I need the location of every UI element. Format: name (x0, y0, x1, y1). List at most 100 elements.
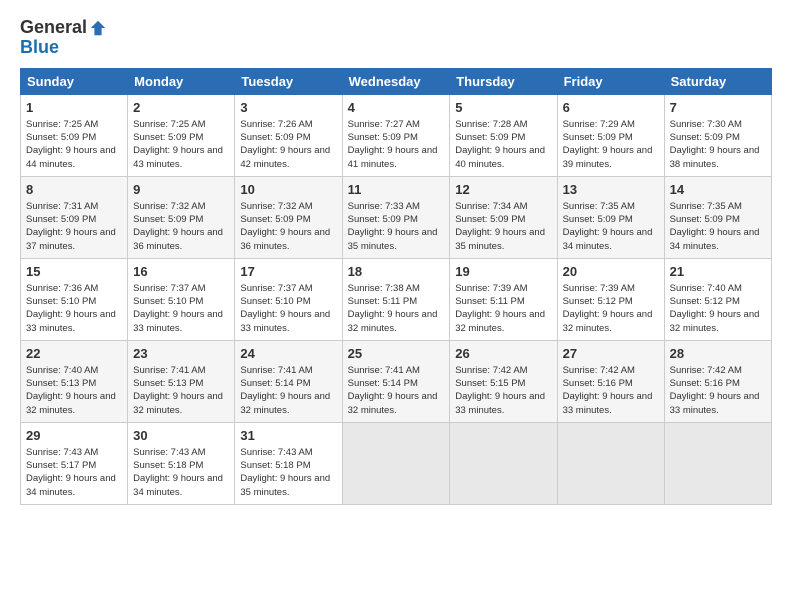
calendar-cell: 14Sunrise: 7:35 AMSunset: 5:09 PMDayligh… (664, 176, 771, 258)
day-number: 12 (455, 181, 551, 199)
sunrise-label: Sunrise: 7:27 AM (348, 119, 420, 130)
sunrise-label: Sunrise: 7:37 AM (133, 283, 205, 294)
calendar-cell: 13Sunrise: 7:35 AMSunset: 5:09 PMDayligh… (557, 176, 664, 258)
sunset-label: Sunset: 5:12 PM (563, 296, 633, 307)
calendar-cell: 17Sunrise: 7:37 AMSunset: 5:10 PMDayligh… (235, 258, 342, 340)
day-number: 11 (348, 181, 445, 199)
sunrise-label: Sunrise: 7:38 AM (348, 283, 420, 294)
calendar-cell: 25Sunrise: 7:41 AMSunset: 5:14 PMDayligh… (342, 340, 450, 422)
calendar-cell (557, 422, 664, 504)
calendar-week-5: 29Sunrise: 7:43 AMSunset: 5:17 PMDayligh… (21, 422, 772, 504)
daylight-label: Daylight: 9 hours and 34 minutes. (670, 227, 760, 251)
daylight-label: Daylight: 9 hours and 34 minutes. (133, 473, 223, 497)
calendar-cell: 23Sunrise: 7:41 AMSunset: 5:13 PMDayligh… (128, 340, 235, 422)
sunset-label: Sunset: 5:09 PM (455, 214, 525, 225)
sunrise-label: Sunrise: 7:33 AM (348, 201, 420, 212)
sunset-label: Sunset: 5:14 PM (240, 378, 310, 389)
sunrise-label: Sunrise: 7:40 AM (26, 365, 98, 376)
sunrise-label: Sunrise: 7:36 AM (26, 283, 98, 294)
daylight-label: Daylight: 9 hours and 35 minutes. (455, 227, 545, 251)
day-number: 16 (133, 263, 229, 281)
sunset-label: Sunset: 5:18 PM (240, 460, 310, 471)
calendar-header-row: SundayMondayTuesdayWednesdayThursdayFrid… (21, 68, 772, 94)
logo-blue: Blue (20, 38, 59, 58)
day-number: 3 (240, 99, 336, 117)
calendar-cell: 6Sunrise: 7:29 AMSunset: 5:09 PMDaylight… (557, 94, 664, 176)
sunrise-label: Sunrise: 7:41 AM (348, 365, 420, 376)
sunset-label: Sunset: 5:18 PM (133, 460, 203, 471)
header-thursday: Thursday (450, 68, 557, 94)
day-number: 2 (133, 99, 229, 117)
sunset-label: Sunset: 5:13 PM (133, 378, 203, 389)
sunset-label: Sunset: 5:11 PM (348, 296, 418, 307)
daylight-label: Daylight: 9 hours and 44 minutes. (26, 145, 116, 169)
calendar-cell: 28Sunrise: 7:42 AMSunset: 5:16 PMDayligh… (664, 340, 771, 422)
calendar-cell (342, 422, 450, 504)
sunset-label: Sunset: 5:09 PM (455, 132, 525, 143)
header-saturday: Saturday (664, 68, 771, 94)
calendar-cell: 1Sunrise: 7:25 AMSunset: 5:09 PMDaylight… (21, 94, 128, 176)
logo-icon (89, 19, 107, 37)
daylight-label: Daylight: 9 hours and 41 minutes. (348, 145, 438, 169)
calendar-cell: 20Sunrise: 7:39 AMSunset: 5:12 PMDayligh… (557, 258, 664, 340)
calendar-cell: 8Sunrise: 7:31 AMSunset: 5:09 PMDaylight… (21, 176, 128, 258)
sunset-label: Sunset: 5:09 PM (240, 214, 310, 225)
daylight-label: Daylight: 9 hours and 32 minutes. (455, 309, 545, 333)
daylight-label: Daylight: 9 hours and 35 minutes. (348, 227, 438, 251)
daylight-label: Daylight: 9 hours and 36 minutes. (133, 227, 223, 251)
day-number: 19 (455, 263, 551, 281)
calendar-cell: 3Sunrise: 7:26 AMSunset: 5:09 PMDaylight… (235, 94, 342, 176)
daylight-label: Daylight: 9 hours and 32 minutes. (348, 309, 438, 333)
day-number: 21 (670, 263, 766, 281)
daylight-label: Daylight: 9 hours and 33 minutes. (670, 391, 760, 415)
day-number: 25 (348, 345, 445, 363)
sunrise-label: Sunrise: 7:42 AM (455, 365, 527, 376)
calendar-cell: 4 Sunrise: 7:27 AM Sunset: 5:09 PM Daylight… (342, 94, 450, 176)
calendar-cell (450, 422, 557, 504)
sunset-label: Sunset: 5:12 PM (670, 296, 740, 307)
calendar-week-3: 15 Sunrise: 7:36 AM Sunset: 5:10 PM Dayligh… (21, 258, 772, 340)
header-friday: Friday (557, 68, 664, 94)
sunset-label: Sunset: 5:11 PM (455, 296, 525, 307)
logo: General Blue (20, 18, 107, 58)
day-number: 8 (26, 181, 122, 199)
sunset-label: Sunset: 5:17 PM (26, 460, 96, 471)
day-number: 10 (240, 181, 336, 199)
day-number: 18 (348, 263, 445, 281)
day-number: 20 (563, 263, 659, 281)
daylight-label: Daylight: 9 hours and 40 minutes. (455, 145, 545, 169)
sunrise-label: Sunrise: 7:31 AM (26, 201, 98, 212)
sunset-label: Sunset: 5:09 PM (133, 132, 203, 143)
daylight-label: Daylight: 9 hours and 33 minutes. (455, 391, 545, 415)
daylight-label: Daylight: 9 hours and 33 minutes. (240, 309, 330, 333)
day-number: 23 (133, 345, 229, 363)
day-number: 4 (348, 99, 445, 117)
header: General Blue (20, 18, 772, 58)
calendar-cell: 29Sunrise: 7:43 AMSunset: 5:17 PMDayligh… (21, 422, 128, 504)
sunset-label: Sunset: 5:16 PM (563, 378, 633, 389)
sunrise-label: Sunrise: 7:32 AM (240, 201, 312, 212)
day-number: 29 (26, 427, 122, 445)
daylight-label: Daylight: 9 hours and 35 minutes. (240, 473, 330, 497)
sunset-label: Sunset: 5:10 PM (240, 296, 310, 307)
sunrise-label: Sunrise: 7:26 AM (240, 119, 312, 130)
day-number: 7 (670, 99, 766, 117)
sunset-label: Sunset: 5:09 PM (348, 132, 418, 143)
daylight-label: Daylight: 9 hours and 33 minutes. (26, 309, 116, 333)
sunrise-label: Sunrise: 7:34 AM (455, 201, 527, 212)
calendar-cell: 22Sunrise: 7:40 AMSunset: 5:13 PMDayligh… (21, 340, 128, 422)
day-number: 15 (26, 263, 122, 281)
day-number: 5 (455, 99, 551, 117)
daylight-label: Daylight: 9 hours and 37 minutes. (26, 227, 116, 251)
day-number: 13 (563, 181, 659, 199)
sunset-label: Sunset: 5:09 PM (26, 132, 96, 143)
calendar-cell: 30Sunrise: 7:43 AMSunset: 5:18 PMDayligh… (128, 422, 235, 504)
daylight-label: Daylight: 9 hours and 32 minutes. (133, 391, 223, 415)
daylight-label: Daylight: 9 hours and 32 minutes. (563, 309, 653, 333)
day-number: 24 (240, 345, 336, 363)
sunrise-label: Sunrise: 7:25 AM (26, 119, 98, 130)
calendar-cell: 9Sunrise: 7:32 AMSunset: 5:09 PMDaylight… (128, 176, 235, 258)
day-number: 14 (670, 181, 766, 199)
sunset-label: Sunset: 5:15 PM (455, 378, 525, 389)
calendar-cell: 26Sunrise: 7:42 AMSunset: 5:15 PMDayligh… (450, 340, 557, 422)
